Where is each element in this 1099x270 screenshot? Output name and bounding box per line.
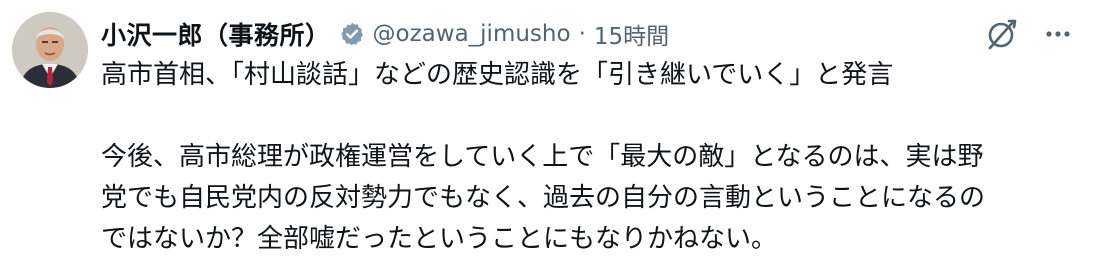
separator-dot: ·	[578, 21, 586, 47]
more-options-icon[interactable]	[1043, 19, 1073, 49]
post-body-line-2: 党でも自民党内の反対勢力でもなく、過去の自分の言動ということになるの	[101, 183, 986, 213]
post-header: 小沢一郎（事務所） @ozawa_jimusho · 15時間	[101, 14, 669, 54]
post-body-line-1: 今後、高市総理が政権運営をしていく上で「最大の敵」となるのは、実は野	[101, 142, 984, 172]
post-actions	[985, 17, 1073, 51]
verified-badge-icon	[339, 21, 365, 47]
author-handle[interactable]: @ozawa_jimusho	[373, 21, 571, 47]
post-body-line-3: ではないか？全部嘘だったということにもなりかねない。	[101, 224, 778, 254]
post-title-line: 高市首相、「村山談話」などの歴史認識を「引き継いでいく」と発言	[101, 60, 894, 90]
avatar[interactable]	[12, 12, 88, 88]
post-body: 高市首相、「村山談話」などの歴史認識を「引き継いでいく」と発言 今後、高市総理が…	[101, 55, 1081, 260]
grok-icon[interactable]	[985, 17, 1019, 51]
avatar-photo	[12, 12, 88, 88]
post: 小沢一郎（事務所） @ozawa_jimusho · 15時間 高市首相、「村山…	[0, 0, 1099, 270]
post-time[interactable]: 15時間	[594, 17, 669, 51]
author-name[interactable]: 小沢一郎（事務所）	[101, 16, 331, 52]
